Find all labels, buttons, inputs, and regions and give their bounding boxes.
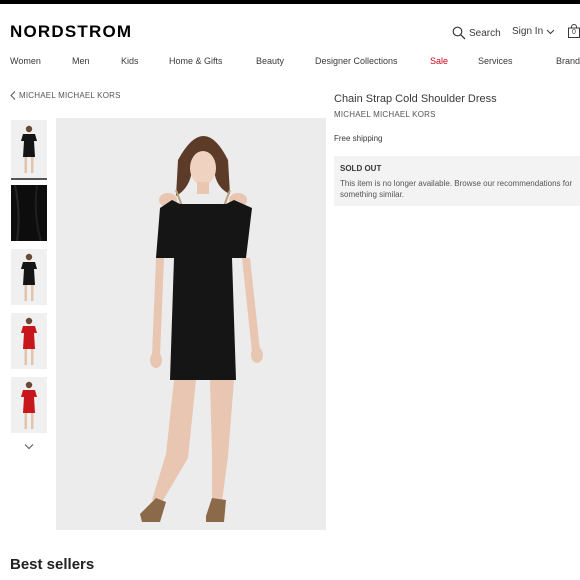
logo[interactable]: NORDSTROM [10, 22, 132, 42]
sign-in-button[interactable]: Sign In [512, 26, 555, 37]
sold-out-title: SOLD OUT [340, 164, 382, 173]
thumbnail-4[interactable] [11, 313, 47, 369]
nav-item-kids[interactable]: Kids [121, 56, 139, 66]
thumbnail-3[interactable] [11, 249, 47, 305]
sign-in-label: Sign In [512, 26, 544, 37]
shopping-bag-button[interactable]: 0 [568, 24, 580, 38]
nav-item-designer-collections[interactable]: Designer Collections [315, 56, 398, 66]
red-dress-thumbnail-image [21, 317, 37, 365]
thumbnail-1[interactable] [11, 120, 47, 180]
sold-out-notice: SOLD OUT This item is no longer availabl… [334, 156, 580, 206]
search-button[interactable]: Search [452, 26, 501, 40]
chevron-down-icon [546, 29, 555, 34]
red-dress-thumbnail-image [21, 381, 37, 429]
nav-item-men[interactable]: Men [72, 56, 90, 66]
chevron-down-icon [24, 444, 34, 450]
breadcrumb-label: MICHAEL MICHAEL KORS [19, 91, 121, 100]
search-label: Search [469, 27, 501, 39]
fabric-detail-image [11, 185, 47, 241]
dress-thumbnail-image [21, 125, 37, 173]
main-product-image[interactable] [56, 118, 326, 530]
shipping-info: Free shipping [334, 134, 383, 143]
model-in-black-dress-image [56, 118, 326, 530]
dress-thumbnail-image [21, 253, 37, 301]
nav-item-beauty[interactable]: Beauty [256, 56, 284, 66]
search-icon [452, 26, 466, 40]
breadcrumb[interactable]: MICHAEL MICHAEL KORS [10, 91, 121, 100]
nav-item-sale[interactable]: Sale [430, 56, 448, 66]
nav-item-services[interactable]: Services [478, 56, 513, 66]
thumbnail-2[interactable] [11, 185, 47, 241]
thumbnail-5[interactable] [11, 377, 47, 433]
sold-out-message: This item is no longer available. Browse… [340, 179, 573, 199]
chevron-left-icon [10, 91, 16, 100]
bag-count: 0 [572, 29, 576, 36]
nav-item-home-gifts[interactable]: Home & Gifts [169, 56, 223, 66]
nav-item-brands[interactable]: Brand [556, 56, 580, 66]
product-title: Chain Strap Cold Shoulder Dress [334, 93, 497, 105]
thumbnails-scroll-down-button[interactable] [24, 438, 34, 450]
nav-item-women[interactable]: Women [10, 56, 41, 66]
product-brand-link[interactable]: MICHAEL MICHAEL KORS [334, 110, 436, 119]
best-sellers-heading: Best sellers [10, 556, 95, 573]
top-bar [0, 0, 580, 4]
